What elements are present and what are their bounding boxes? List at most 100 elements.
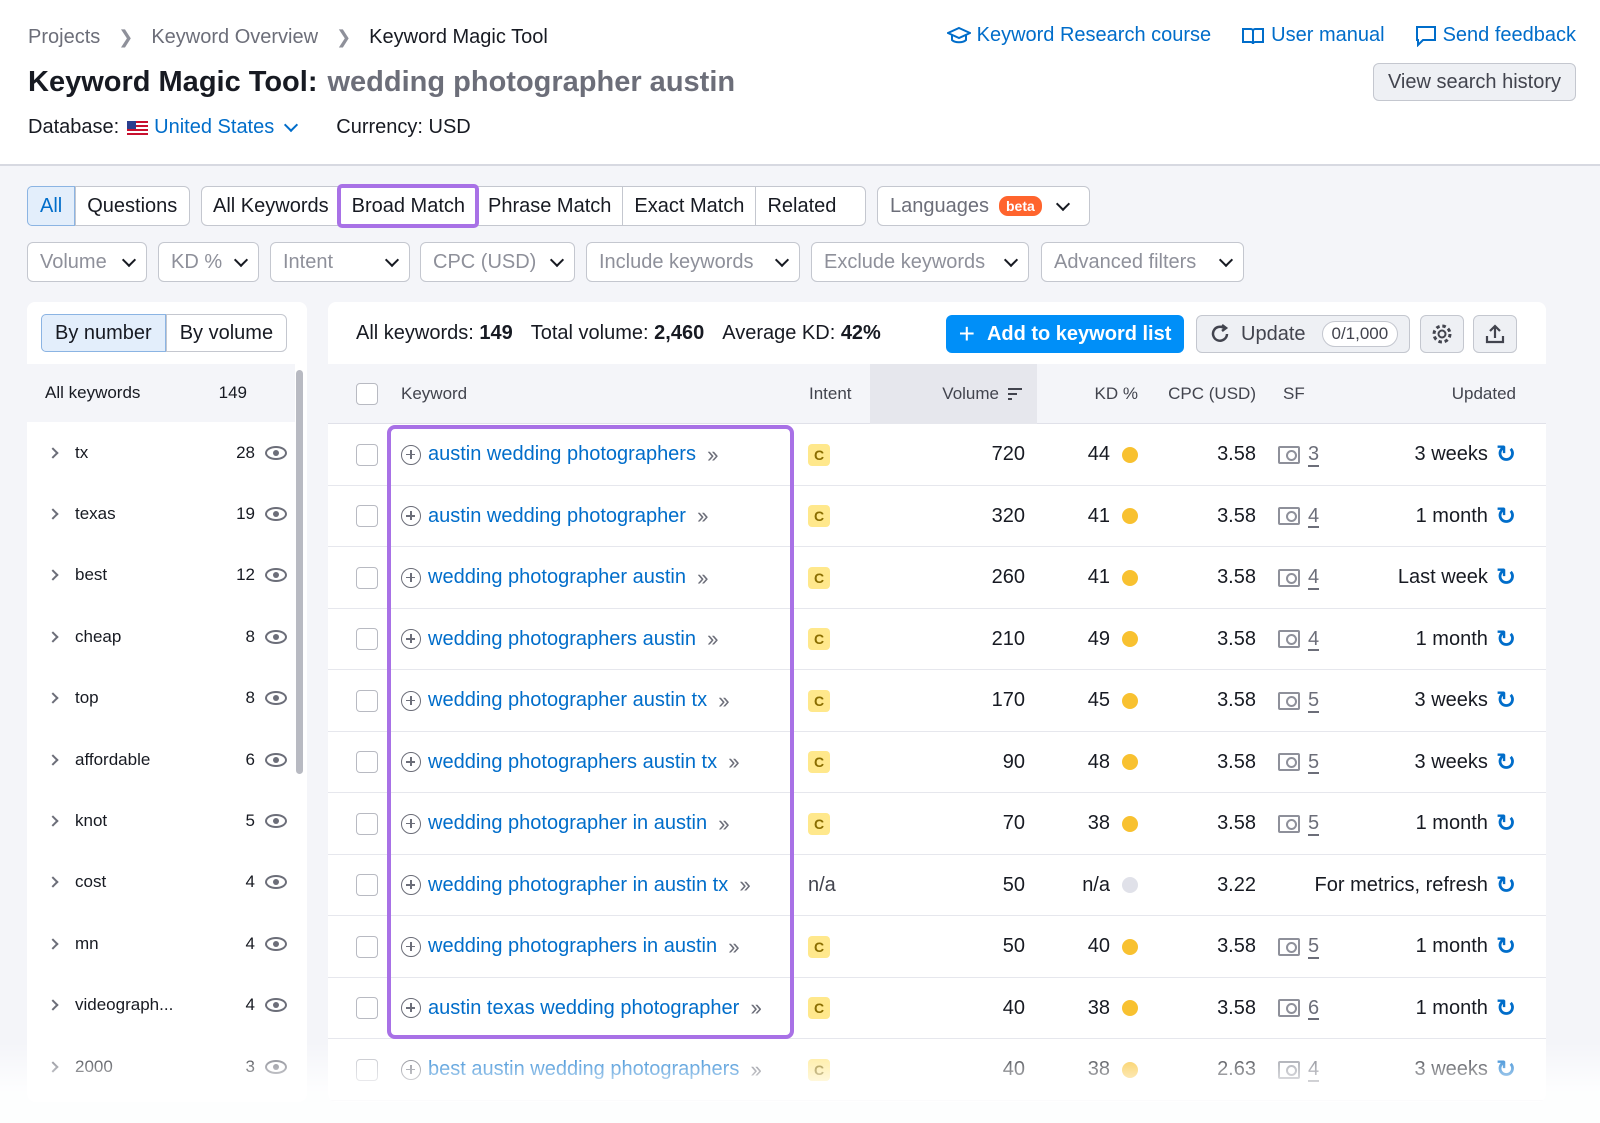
keyword-link[interactable]: wedding photographers austin tx ›› [401, 732, 740, 793]
row-checkbox[interactable] [356, 812, 378, 835]
double-chevron-right-icon[interactable]: ›› [718, 688, 730, 714]
eye-icon[interactable] [265, 752, 287, 767]
row-checkbox[interactable] [356, 689, 378, 712]
refresh-icon[interactable]: ↻ [1496, 871, 1516, 900]
include-keywords-filter[interactable]: Include keywords [586, 242, 800, 282]
tab-related[interactable]: Related [755, 187, 847, 225]
keyword-group-item[interactable]: cheap 8 [27, 606, 295, 667]
keyword-group-item[interactable]: texas 19 [27, 483, 295, 544]
by-number-button[interactable]: By number [41, 314, 166, 352]
column-keyword[interactable]: Keyword [401, 364, 467, 424]
keyword-group-item[interactable]: best 12 [27, 545, 295, 606]
double-chevron-right-icon[interactable]: ›› [707, 626, 719, 652]
double-chevron-right-icon[interactable]: ›› [750, 995, 762, 1021]
all-keywords-group[interactable]: All keywords 149 [27, 364, 295, 422]
cpc-filter[interactable]: CPC (USD) [420, 242, 575, 282]
add-plus-icon[interactable] [401, 506, 421, 526]
eye-icon[interactable] [265, 1059, 287, 1074]
languages-dropdown[interactable]: Languages beta [877, 186, 1090, 226]
refresh-icon[interactable]: ↻ [1496, 748, 1516, 777]
by-volume-button[interactable]: By volume [165, 315, 286, 351]
keyword-link[interactable]: wedding photographer austin ›› [401, 547, 709, 608]
intent-filter[interactable]: Intent [270, 242, 410, 282]
tab-questions[interactable]: Questions [75, 187, 188, 225]
keyword-group-item[interactable]: knot 5 [27, 790, 295, 851]
double-chevron-right-icon[interactable]: ›› [697, 503, 709, 529]
row-checkbox[interactable] [356, 935, 378, 958]
keyword-link[interactable]: best austin wedding photographers ›› [401, 1039, 762, 1100]
refresh-icon[interactable]: ↻ [1496, 809, 1516, 838]
row-checkbox[interactable] [356, 874, 378, 896]
column-updated[interactable]: Updated [1368, 364, 1516, 424]
eye-icon[interactable] [265, 813, 287, 828]
refresh-icon[interactable]: ↻ [1496, 686, 1516, 715]
keyword-link[interactable]: wedding photographer in austin tx ›› [401, 855, 751, 916]
column-cpc[interactable]: CPC (USD) [1158, 364, 1256, 424]
exclude-keywords-filter[interactable]: Exclude keywords [811, 242, 1029, 282]
keyword-link[interactable]: austin wedding photographer ›› [401, 486, 709, 547]
keyword-link[interactable]: wedding photographers in austin ›› [401, 916, 740, 977]
row-checkbox[interactable] [356, 566, 378, 589]
double-chevron-right-icon[interactable]: ›› [728, 749, 740, 775]
kd-filter[interactable]: KD % [158, 242, 259, 282]
update-button[interactable]: Update 0/1,000 [1196, 315, 1410, 353]
select-all-checkbox[interactable] [356, 383, 378, 405]
refresh-icon[interactable]: ↻ [1496, 563, 1516, 592]
add-plus-icon[interactable] [401, 813, 421, 834]
refresh-icon[interactable]: ↻ [1496, 994, 1516, 1023]
column-volume[interactable]: Volume [870, 364, 1037, 424]
row-checkbox[interactable] [356, 505, 378, 527]
keyword-group-item[interactable]: affordable 6 [27, 729, 295, 790]
keyword-link[interactable]: wedding photographer austin tx ›› [401, 670, 730, 731]
send-feedback-link[interactable]: Send feedback [1415, 24, 1576, 47]
tab-all-keywords[interactable]: All Keywords [202, 187, 340, 225]
add-plus-icon[interactable] [401, 998, 421, 1018]
tab-broad-match[interactable]: Broad Match [336, 184, 480, 228]
add-plus-icon[interactable] [401, 444, 421, 465]
keyword-group-item[interactable]: cost 4 [27, 852, 295, 913]
keyword-link[interactable]: austin wedding photographers ›› [401, 424, 719, 485]
double-chevron-right-icon[interactable]: ›› [750, 1057, 762, 1083]
add-plus-icon[interactable] [401, 567, 421, 588]
keyword-link[interactable]: austin texas wedding photographer ›› [401, 978, 762, 1039]
export-button[interactable] [1473, 315, 1517, 353]
double-chevron-right-icon[interactable]: ›› [728, 934, 740, 960]
refresh-icon[interactable]: ↻ [1496, 1055, 1516, 1084]
eye-icon[interactable] [265, 506, 287, 521]
add-plus-icon[interactable] [401, 752, 421, 772]
tab-exact-match[interactable]: Exact Match [622, 187, 755, 225]
database-select[interactable]: United States [127, 116, 299, 139]
advanced-filters[interactable]: Advanced filters [1041, 242, 1244, 282]
tab-phrase-match[interactable]: Phrase Match [476, 187, 622, 225]
add-plus-icon[interactable] [401, 936, 421, 957]
keyword-group-item[interactable]: top 8 [27, 668, 295, 729]
row-checkbox[interactable] [356, 628, 378, 650]
view-search-history-button[interactable]: View search history [1372, 63, 1576, 101]
keyword-group-item[interactable]: 2000 3 [27, 1036, 295, 1097]
add-plus-icon[interactable] [401, 629, 421, 649]
keyword-link[interactable]: wedding photographer in austin ›› [401, 793, 730, 854]
column-sf[interactable]: SF [1283, 364, 1305, 424]
double-chevron-right-icon[interactable]: ›› [707, 442, 719, 468]
keyword-group-item[interactable]: mn 4 [27, 913, 295, 974]
tab-all[interactable]: All [27, 186, 76, 226]
double-chevron-right-icon[interactable]: ›› [697, 565, 709, 591]
eye-icon[interactable] [265, 998, 287, 1013]
refresh-icon[interactable]: ↻ [1496, 440, 1516, 469]
keyword-group-item[interactable]: tx 28 [27, 422, 295, 483]
user-manual-link[interactable]: User manual [1241, 24, 1385, 47]
breadcrumb-projects[interactable]: Projects [28, 26, 100, 49]
eye-icon[interactable] [265, 629, 287, 644]
row-checkbox[interactable] [356, 997, 378, 1019]
double-chevron-right-icon[interactable]: ›› [739, 872, 751, 898]
keyword-link[interactable]: wedding photographers austin ›› [401, 609, 719, 670]
breadcrumb-keyword-overview[interactable]: Keyword Overview [151, 26, 318, 49]
refresh-icon[interactable]: ↻ [1496, 502, 1516, 531]
settings-button[interactable] [1420, 315, 1464, 353]
keyword-research-course-link[interactable]: Keyword Research course [946, 24, 1211, 47]
refresh-icon[interactable]: ↻ [1496, 625, 1516, 654]
volume-filter[interactable]: Volume [27, 242, 147, 282]
column-kd[interactable]: KD % [1068, 364, 1138, 424]
groups-scrollbar[interactable] [296, 370, 303, 774]
row-checkbox[interactable] [356, 443, 378, 466]
